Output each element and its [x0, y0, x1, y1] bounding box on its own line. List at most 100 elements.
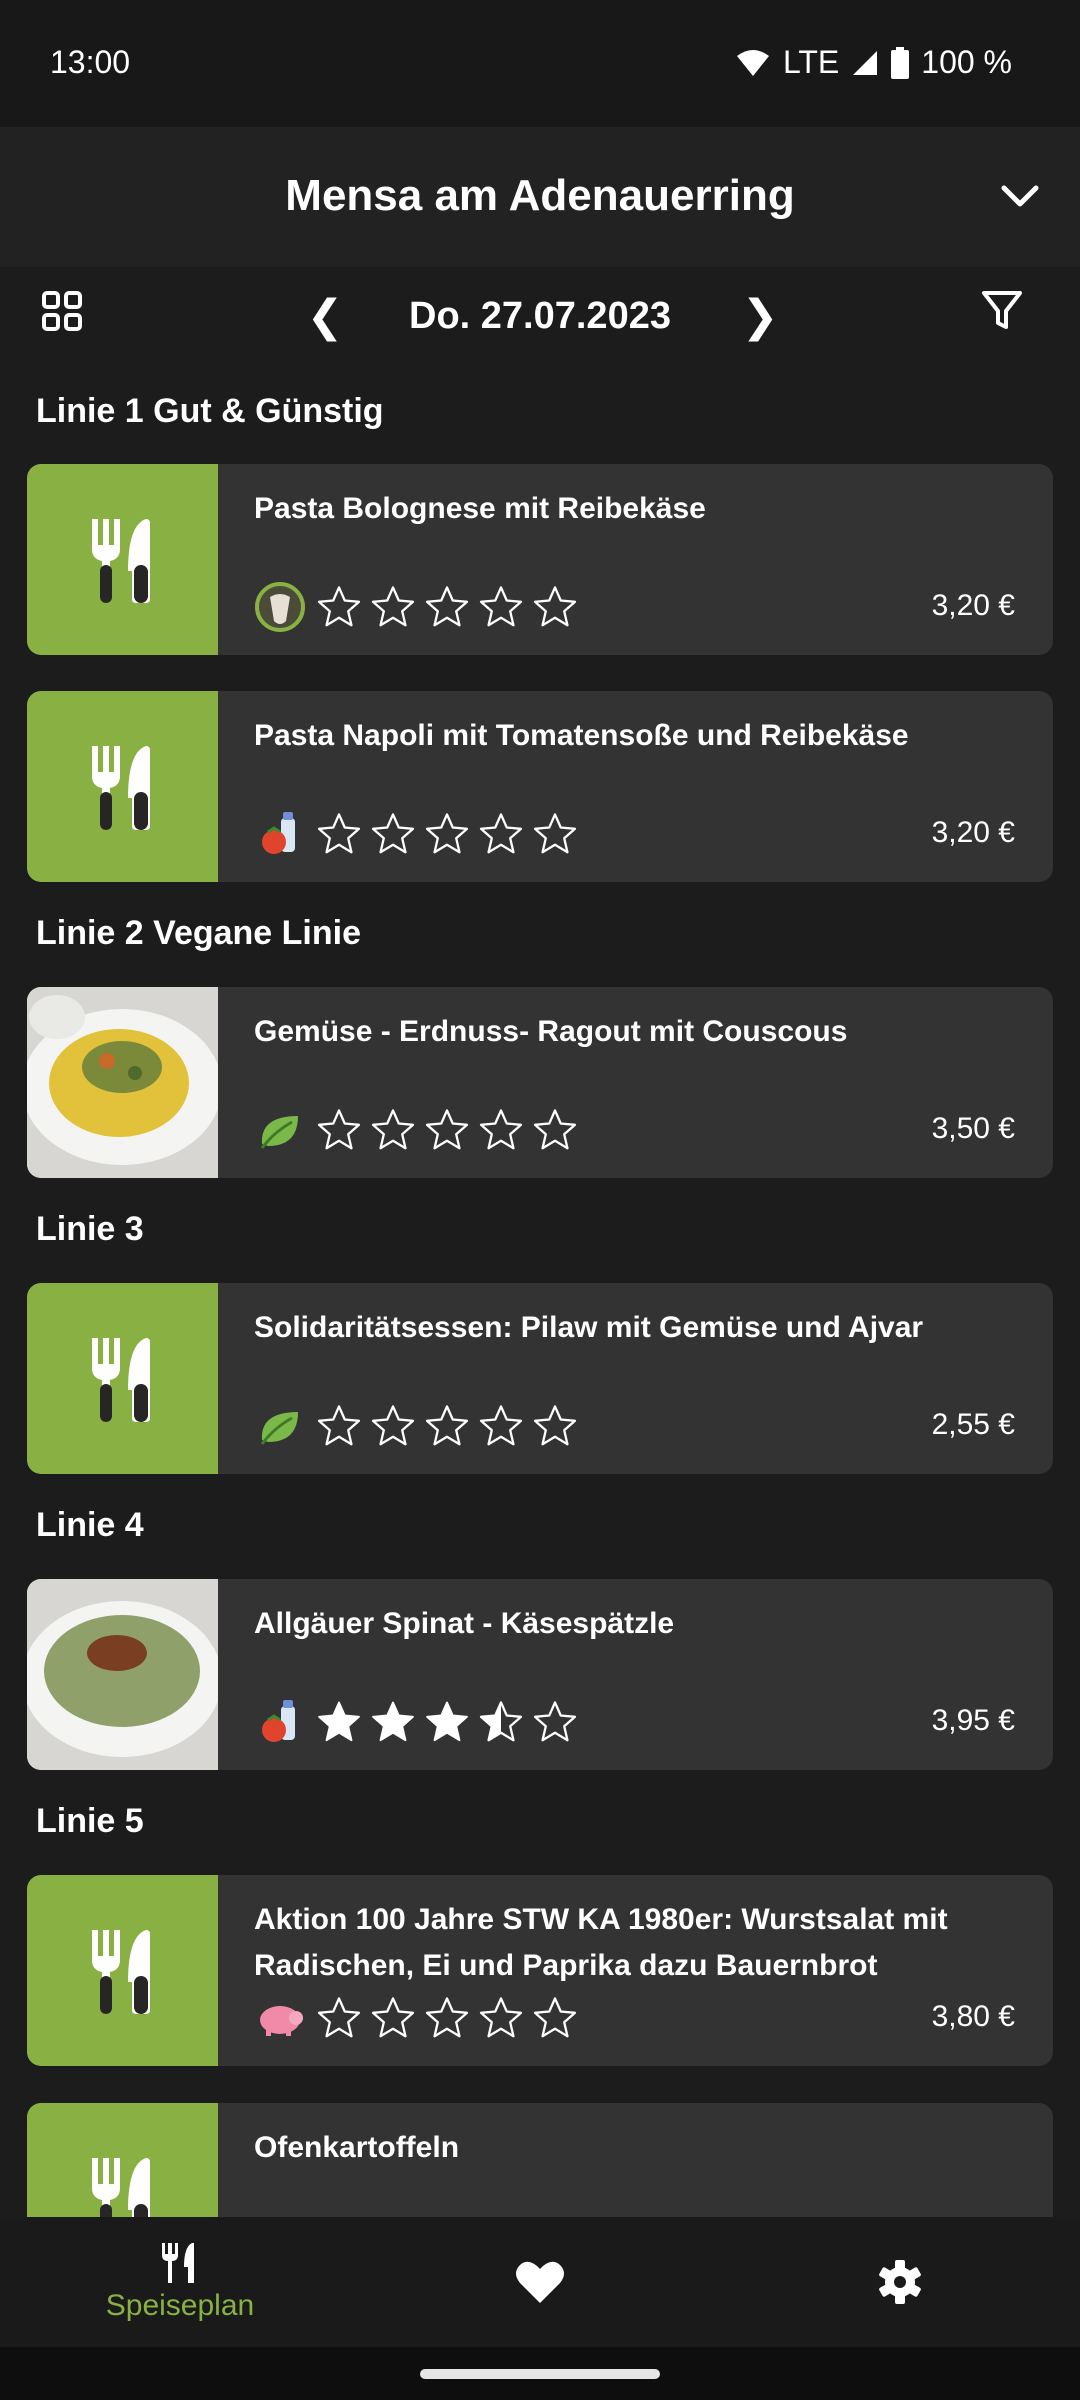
star-icon[interactable]: [370, 1107, 416, 1153]
star-icon[interactable]: [532, 584, 578, 630]
meal-photo: [27, 987, 218, 1178]
meal-thumbnail: [27, 1579, 218, 1770]
meal-price: 3,50 €: [931, 1112, 1015, 1145]
heart-icon: [516, 2261, 564, 2303]
meal-thumbnail: [27, 464, 218, 655]
star-icon[interactable]: [478, 1403, 524, 1449]
line-heading: Linie 4: [36, 1506, 144, 1544]
star-icon[interactable]: [424, 1403, 470, 1449]
star-icon[interactable]: [478, 811, 524, 857]
diet-icon-slot: [254, 808, 306, 860]
status-icons: LTE 100 %: [735, 44, 1012, 81]
diet-icon-slot: [254, 1696, 306, 1748]
star-icon[interactable]: [316, 1107, 362, 1153]
meal-card[interactable]: Allgäuer Spinat - Käsespätzle 3,95 €: [27, 1579, 1053, 1770]
star-icon[interactable]: [316, 1403, 362, 1449]
cutlery-icon: [91, 2157, 150, 2217]
meal-price: 2,55 €: [931, 1408, 1015, 1441]
signal-icon: [853, 50, 878, 75]
rating-stars[interactable]: [316, 584, 578, 630]
meal-card[interactable]: Gemüse - Erdnuss- Ragout mit Couscous 3,…: [27, 987, 1053, 1178]
cutlery-icon: [91, 518, 150, 603]
star-icon[interactable]: [532, 1107, 578, 1153]
canteen-dropdown-button[interactable]: [990, 167, 1050, 227]
star-icon[interactable]: [424, 1699, 470, 1745]
date-toolbar: ❮ Do. 27.07.2023 ❯: [0, 267, 1080, 367]
meal-photo: [27, 1579, 218, 1770]
rating-stars[interactable]: [316, 1107, 578, 1153]
meal-card[interactable]: Pasta Bolognese mit Reibekäse 3,20 €: [27, 464, 1053, 655]
star-icon[interactable]: [478, 1699, 524, 1745]
canteen-title[interactable]: Mensa am Adenauerring: [0, 171, 1080, 221]
rating-stars[interactable]: [316, 1403, 578, 1449]
grid-view-button[interactable]: [40, 289, 100, 349]
star-icon[interactable]: [424, 811, 470, 857]
home-indicator[interactable]: [420, 2369, 660, 2379]
wifi-icon: [736, 49, 769, 76]
star-icon[interactable]: [370, 1699, 416, 1745]
nav-menu[interactable]: Speiseplan: [60, 2217, 300, 2347]
diet-icon-slot: [254, 1104, 306, 1156]
meal-name: Ofenkartoffeln: [254, 2131, 460, 2164]
date-label[interactable]: Do. 27.07.2023: [360, 295, 720, 338]
star-icon[interactable]: [316, 584, 362, 630]
battery-label: 100 %: [921, 44, 1012, 80]
meal-thumbnail: [27, 987, 218, 1178]
grid-icon: [42, 291, 82, 331]
vegan-leaf-icon: [260, 1412, 298, 1445]
star-icon[interactable]: [370, 1995, 416, 2041]
meal-name: Pasta Napoli mit Tomatensoße und Reibekä…: [254, 719, 909, 752]
meal-meta: [254, 1694, 578, 1750]
line-heading: Linie 5: [36, 1802, 144, 1840]
star-icon[interactable]: [370, 584, 416, 630]
meal-price: 3,20 €: [931, 816, 1015, 849]
meal-meta: [254, 579, 578, 635]
pork-icon: [260, 2006, 303, 2036]
nav-favorites[interactable]: [420, 2217, 660, 2347]
meal-name: Gemüse - Erdnuss- Ragout mit Couscous: [254, 1015, 848, 1048]
meal-meta: [254, 1990, 578, 2046]
cutlery-icon: [91, 1929, 150, 2014]
line-heading: Linie 2 Vegane Linie: [36, 914, 361, 952]
meal-card[interactable]: Ofenkartoffeln: [27, 2103, 1053, 2217]
nav-settings[interactable]: [780, 2217, 1020, 2347]
star-icon[interactable]: [424, 1995, 470, 2041]
star-icon[interactable]: [316, 811, 362, 857]
line-heading: Linie 1 Gut & Günstig: [36, 392, 384, 430]
diet-icon-slot: [254, 581, 306, 633]
next-day-button[interactable]: ❯: [735, 287, 785, 347]
star-icon[interactable]: [316, 1995, 362, 2041]
rating-stars[interactable]: [316, 1995, 578, 2041]
meal-thumbnail: [27, 2103, 218, 2217]
star-icon[interactable]: [532, 1699, 578, 1745]
filter-button[interactable]: [980, 289, 1040, 349]
star-icon[interactable]: [370, 1403, 416, 1449]
meal-name: Aktion 100 Jahre STW KA 1980er: Wurstsal…: [254, 1903, 948, 1982]
previous-day-button[interactable]: ❮: [300, 287, 350, 347]
vegan-leaf-icon: [260, 1116, 298, 1149]
star-icon[interactable]: [532, 1995, 578, 2041]
meal-thumbnail: [27, 1283, 218, 1474]
meal-card[interactable]: Aktion 100 Jahre STW KA 1980er: Wurstsal…: [27, 1875, 1053, 2066]
star-icon[interactable]: [532, 811, 578, 857]
star-icon[interactable]: [478, 584, 524, 630]
bottom-nav: Speiseplan: [0, 2217, 1080, 2347]
rating-stars[interactable]: [316, 811, 578, 857]
filter-icon: [982, 291, 1022, 329]
rating-stars[interactable]: [316, 1699, 578, 1745]
star-icon[interactable]: [424, 584, 470, 630]
star-icon[interactable]: [316, 1699, 362, 1745]
star-icon[interactable]: [370, 811, 416, 857]
meal-card[interactable]: Solidaritätsessen: Pilaw mit Gemüse und …: [27, 1283, 1053, 1474]
battery-icon: [891, 46, 910, 79]
app-header: Mensa am Adenauerring: [0, 127, 1080, 267]
star-icon[interactable]: [532, 1403, 578, 1449]
star-icon[interactable]: [478, 1107, 524, 1153]
meal-list[interactable]: Linie 1 Gut & Günstig Pasta Bolognese mi…: [0, 367, 1080, 2217]
status-bar: 13:00 LTE 100 %: [0, 0, 1080, 127]
diet-icon-slot: [254, 1400, 306, 1452]
meal-card[interactable]: Pasta Napoli mit Tomatensoße und Reibekä…: [27, 691, 1053, 882]
meal-meta: [254, 806, 578, 862]
star-icon[interactable]: [478, 1995, 524, 2041]
star-icon[interactable]: [424, 1107, 470, 1153]
